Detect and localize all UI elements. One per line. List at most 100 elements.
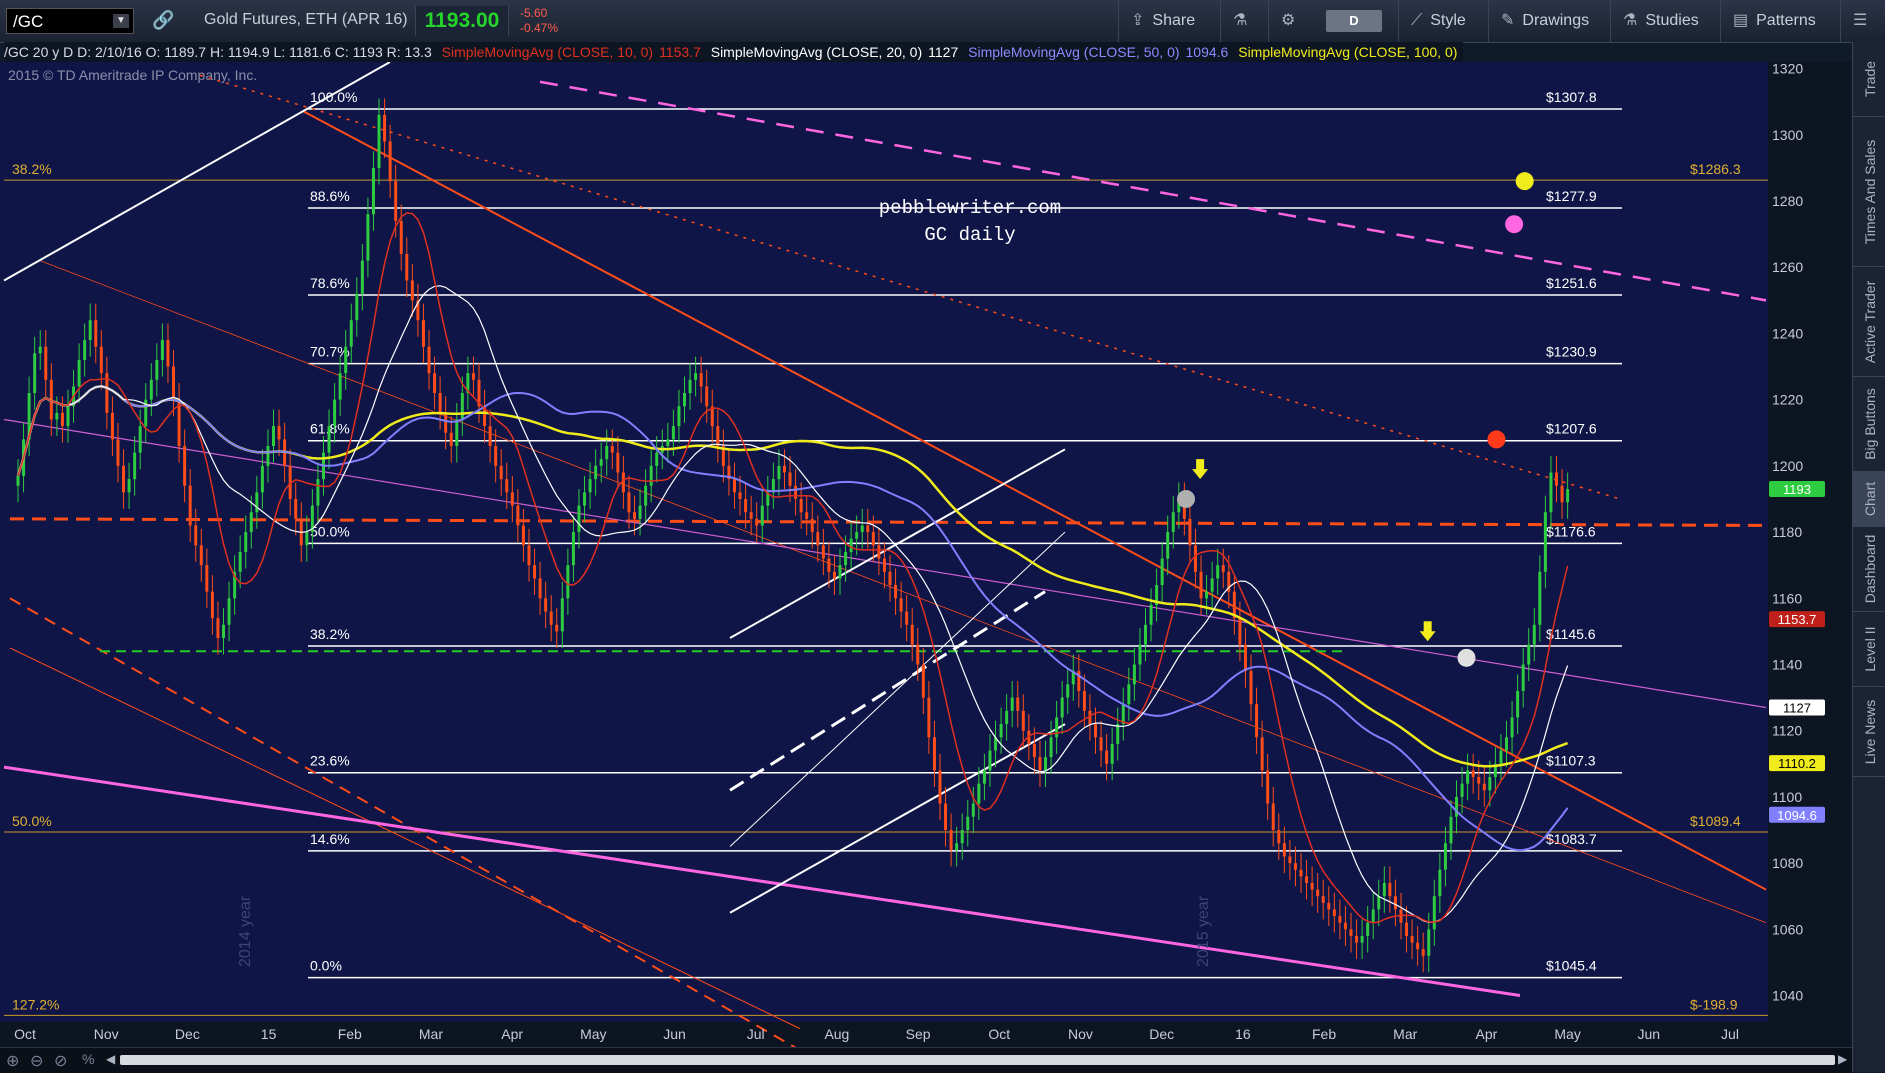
price-badge-label: 1110.2 (1778, 756, 1816, 771)
candle-body (649, 465, 653, 486)
tab-live-news[interactable]: Live News (1853, 687, 1885, 777)
candle-body (1010, 697, 1014, 711)
candle-body (1316, 889, 1320, 897)
long-fib-price: $1089.4 (1690, 813, 1741, 829)
sma50-value: 1094.6 (1185, 44, 1229, 60)
candle-body (1210, 578, 1214, 592)
candle-body (1443, 843, 1447, 870)
tab-trade[interactable]: Trade (1853, 42, 1885, 117)
percent-icon[interactable]: % (82, 1051, 94, 1067)
candle-body (910, 624, 914, 645)
candle-body (977, 783, 981, 804)
candle-body (655, 452, 659, 466)
style-icon: ⟋ (1411, 12, 1423, 29)
marker-dot (1457, 648, 1476, 667)
bottom-bar: ⊕ ⊖ ⊘ % ◀ ▶ (0, 1047, 1852, 1073)
candle-body (271, 426, 275, 446)
tab-label: Level II (1861, 626, 1878, 672)
candle-body (77, 359, 81, 387)
tab-active-trader[interactable]: Active Trader (1853, 267, 1885, 377)
scroll-left-icon[interactable]: ◀ (106, 1052, 115, 1066)
flask-icon: ⚗ (1623, 12, 1638, 29)
style-label: Style (1430, 12, 1466, 29)
candle-body (1271, 803, 1275, 830)
price-change-pct: -0.47% (520, 21, 559, 35)
zoom-reset-icon[interactable]: ⊘ (54, 1051, 67, 1071)
scroll-right-icon[interactable]: ▶ (1838, 1052, 1847, 1066)
candle-body (133, 452, 137, 480)
link-icon[interactable]: 🔗 (152, 10, 174, 31)
candle-body (927, 697, 931, 738)
x-tick-label: May (580, 1026, 606, 1042)
long-fib-pct: 38.2% (12, 161, 52, 177)
y-tick-label: 1140 (1772, 656, 1802, 672)
y-tick-label: 1120 (1772, 723, 1802, 739)
y-tick-label: 1160 (1772, 590, 1802, 606)
studies-button[interactable]: ⚗ Studies (1610, 0, 1720, 42)
price-chart[interactable]: 2015 © TD Ameritrade IP Company, Inc.38.… (0, 62, 1852, 1047)
candle-body (1205, 591, 1209, 599)
tab-level-ii[interactable]: Level II (1853, 612, 1885, 687)
candle-body (688, 379, 692, 394)
candle-body (827, 558, 831, 572)
candle-body (1105, 750, 1109, 764)
last-price: 1193.00 (415, 6, 509, 36)
x-tick-label: 15 (261, 1026, 277, 1042)
period-selector[interactable]: D (1326, 10, 1382, 32)
candle-body (960, 830, 964, 844)
candle-body (1449, 816, 1453, 844)
zoom-out-icon[interactable]: ⊖ (30, 1051, 43, 1071)
x-tick-label: 16 (1235, 1026, 1251, 1042)
time-scrollbar[interactable] (120, 1055, 1835, 1065)
candle-body (888, 571, 892, 586)
candle-body (932, 737, 936, 771)
candle-body (1438, 869, 1442, 897)
menu-button[interactable]: ☰ (1840, 0, 1885, 42)
symbol-input[interactable]: /GC ▼ (6, 8, 134, 34)
candle-body (966, 816, 970, 830)
patterns-button[interactable]: ▤ Patterns (1720, 0, 1840, 42)
chevron-down-icon[interactable]: ▼ (113, 14, 129, 28)
tab-chart[interactable]: Chart (1853, 472, 1885, 527)
tab-big-buttons[interactable]: Big Buttons (1853, 377, 1885, 472)
candle-body (583, 492, 587, 506)
y-tick-label: 1040 (1772, 988, 1803, 1004)
candle-body (760, 505, 764, 526)
candle-body (1066, 684, 1070, 698)
price-change: -5.60 (520, 6, 548, 20)
zoom-in-icon[interactable]: ⊕ (6, 1051, 19, 1071)
x-tick-label: Mar (1393, 1026, 1417, 1042)
y-tick-label: 1100 (1772, 789, 1802, 805)
year-label: 2015 year (1195, 895, 1212, 967)
candle-body (521, 525, 525, 546)
candle-body (405, 254, 409, 281)
tab-dashboard[interactable]: Dashboard (1853, 527, 1885, 612)
candle-body (421, 320, 425, 347)
settings-button[interactable]: ⚙ (1268, 0, 1310, 42)
fib-price: $1107.3 (1546, 753, 1596, 769)
x-tick-label: Apr (1476, 1026, 1498, 1042)
candle-body (627, 492, 631, 513)
fib-pct: 23.6% (310, 753, 350, 769)
share-label: Share (1152, 12, 1196, 29)
candle-body (55, 412, 59, 420)
y-tick-label: 1300 (1772, 127, 1803, 143)
x-tick-label: Dec (175, 1026, 200, 1042)
flask-button[interactable]: ⚗ (1220, 0, 1260, 42)
share-icon: ⇪ (1131, 12, 1145, 29)
drawings-button[interactable]: ✎ Drawings (1488, 0, 1600, 42)
candle-body (1293, 863, 1297, 870)
candle-body (99, 346, 103, 374)
long-fib-pct: 50.0% (12, 813, 52, 829)
candle-body (60, 412, 64, 427)
tab-label: Chart (1861, 481, 1878, 517)
candle-body (1188, 518, 1192, 546)
candle-body (172, 366, 176, 400)
sma50-label: SimpleMovingAvg (CLOSE, 50, 0) (968, 44, 1180, 60)
style-button[interactable]: ⟋ Style (1398, 0, 1490, 42)
candle-body (1560, 485, 1564, 503)
candle-body (571, 532, 575, 566)
share-button[interactable]: ⇪ Share (1118, 0, 1210, 42)
candle-body (1349, 929, 1353, 936)
tab-times-and-sales[interactable]: Times And Sales (1853, 117, 1885, 267)
